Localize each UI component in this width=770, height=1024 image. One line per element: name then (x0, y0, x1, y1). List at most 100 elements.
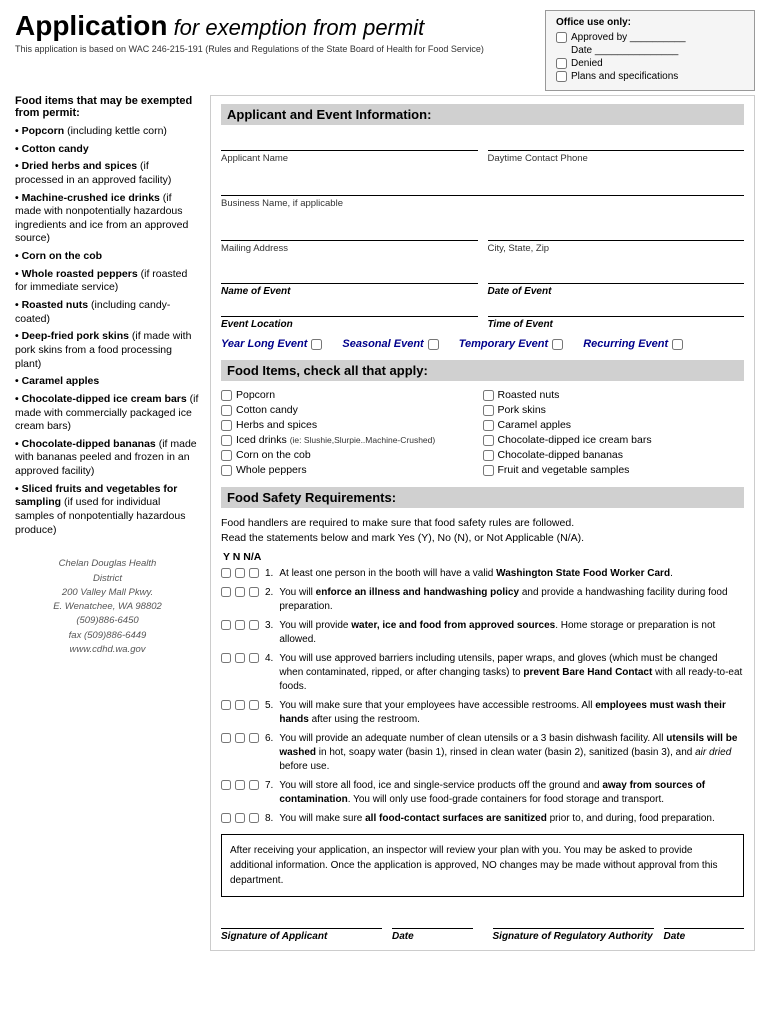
office-use-box: Office use only: Approved by __________ … (545, 10, 755, 91)
safety-2-n[interactable] (235, 587, 245, 597)
temporary-label: Temporary Event (459, 338, 548, 350)
fruit-veg-checkbox[interactable] (483, 465, 494, 476)
safety-checkboxes-8 (221, 813, 259, 823)
cotton-candy-checkbox[interactable] (221, 405, 232, 416)
date-label: Date _______________ (571, 45, 678, 56)
safety-1-y[interactable] (221, 568, 231, 578)
applicant-name-row: Applicant Name Daytime Contact Phone (221, 133, 744, 164)
safety-8-na[interactable] (249, 813, 259, 823)
choc-bananas-label: Chocolate-dipped bananas (498, 449, 624, 461)
safety-4-n[interactable] (235, 653, 245, 663)
safety-8-y[interactable] (221, 813, 231, 823)
safety-3-na[interactable] (249, 620, 259, 630)
list-item: Dried herbs and spices (if processed in … (15, 160, 200, 187)
safety-3-n[interactable] (235, 620, 245, 630)
safety-7-y[interactable] (221, 780, 231, 790)
safety-text-7: You will store all food, ice and single-… (279, 779, 744, 807)
year-long-checkbox[interactable] (311, 339, 322, 350)
popcorn-checkbox[interactable] (221, 390, 232, 401)
pork-skins-label: Pork skins (498, 404, 546, 416)
safety-7-na[interactable] (249, 780, 259, 790)
seasonal-checkbox[interactable] (428, 339, 439, 350)
approved-row: Approved by __________ (556, 32, 744, 43)
applicant-name-label: Applicant Name (221, 153, 478, 164)
iced-drinks-checkbox[interactable] (221, 435, 232, 446)
food-item: Iced drinks (ie: Slushie,Slurpie..Machin… (221, 434, 483, 446)
office-title: Office use only: (556, 17, 744, 28)
mailing-address-group: Mailing Address (221, 223, 478, 254)
safety-8-n[interactable] (235, 813, 245, 823)
choc-bananas-checkbox[interactable] (483, 450, 494, 461)
popcorn-label: Popcorn (236, 389, 275, 401)
year-long-label: Year Long Event (221, 338, 307, 350)
daytime-phone-label: Daytime Contact Phone (488, 153, 745, 164)
safety-1-n[interactable] (235, 568, 245, 578)
safety-item-4: 4. You will use approved barriers includ… (221, 652, 744, 694)
safety-1-na[interactable] (249, 568, 259, 578)
food-item: Cotton candy (221, 404, 483, 416)
applicant-sig-label: Signature of Applicant (221, 931, 382, 942)
approved-checkbox[interactable] (556, 32, 567, 43)
caramel-apples-label: Caramel apples (498, 419, 572, 431)
safety-intro-line1: Food handlers are required to make sure … (221, 516, 744, 531)
date-of-event-field: Date of Event (488, 268, 745, 297)
item-bold: Whole roasted peppers (22, 268, 138, 280)
name-date-row: Name of Event Date of Event (221, 268, 744, 297)
safety-6-y[interactable] (221, 733, 231, 743)
safety-2-na[interactable] (249, 587, 259, 597)
food-items-section-header: Food Items, check all that apply: (221, 360, 744, 381)
applicant-section-header: Applicant and Event Information: (221, 104, 744, 125)
temporary-checkbox[interactable] (552, 339, 563, 350)
applicant-sig-group: Signature of Applicant Date (221, 909, 473, 942)
applicant-date-label: Date (392, 931, 473, 942)
whole-peppers-checkbox[interactable] (221, 465, 232, 476)
safety-intro-line2: Read the statements below and mark Yes (… (221, 531, 744, 546)
safety-intro1: Food handlers are required to make sure … (221, 516, 744, 545)
denied-checkbox[interactable] (556, 58, 567, 69)
daytime-phone-line (488, 133, 745, 151)
applicant-name-group: Applicant Name (221, 133, 478, 164)
daytime-phone-group: Daytime Contact Phone (488, 133, 745, 164)
safety-3-y[interactable] (221, 620, 231, 630)
corn-cob-checkbox[interactable] (221, 450, 232, 461)
list-item: Popcorn (including kettle corn) (15, 125, 200, 139)
safety-5-n[interactable] (235, 700, 245, 710)
authority-date-label: Date (664, 931, 745, 942)
plans-label: Plans and specifications (571, 71, 678, 82)
food-item: Caramel apples (483, 419, 745, 431)
safety-text-5: You will make sure that your employees h… (279, 699, 744, 727)
safety-item-2: 2. You will enforce an illness and handw… (221, 586, 744, 614)
safety-5-na[interactable] (249, 700, 259, 710)
item-bold: Dried herbs and spices (22, 160, 138, 172)
applicant-date-block: Date (392, 909, 473, 942)
mailing-address-label: Mailing Address (221, 243, 478, 254)
footer-line: 200 Valley Mall Pkwy. (15, 586, 200, 600)
caramel-apples-checkbox[interactable] (483, 420, 494, 431)
applicant-sig-line (221, 909, 382, 929)
choc-ice-cream-checkbox[interactable] (483, 435, 494, 446)
recurring-label: Recurring Event (583, 338, 668, 350)
safety-4-na[interactable] (249, 653, 259, 663)
footer-line: District (15, 572, 200, 586)
footer-line: www.cdhd.wa.gov (15, 643, 200, 657)
time-of-event-label: Time of Event (488, 319, 745, 330)
safety-5-y[interactable] (221, 700, 231, 710)
recurring-checkbox[interactable] (672, 339, 683, 350)
seasonal-event-item: Seasonal Event (342, 338, 438, 350)
safety-6-na[interactable] (249, 733, 259, 743)
year-long-event-item: Year Long Event (221, 338, 322, 350)
safety-7-n[interactable] (235, 780, 245, 790)
safety-num-4: 4. (265, 652, 273, 666)
safety-4-y[interactable] (221, 653, 231, 663)
plans-checkbox[interactable] (556, 71, 567, 82)
business-name-row: Business Name, if applicable (221, 178, 744, 209)
footer-line: fax (509)886-6449 (15, 629, 200, 643)
recurring-event-item: Recurring Event (583, 338, 683, 350)
pork-skins-checkbox[interactable] (483, 405, 494, 416)
herbs-spices-checkbox[interactable] (221, 420, 232, 431)
safety-num-8: 8. (265, 812, 273, 826)
plans-row: Plans and specifications (556, 71, 744, 82)
safety-2-y[interactable] (221, 587, 231, 597)
safety-6-n[interactable] (235, 733, 245, 743)
roasted-nuts-checkbox[interactable] (483, 390, 494, 401)
